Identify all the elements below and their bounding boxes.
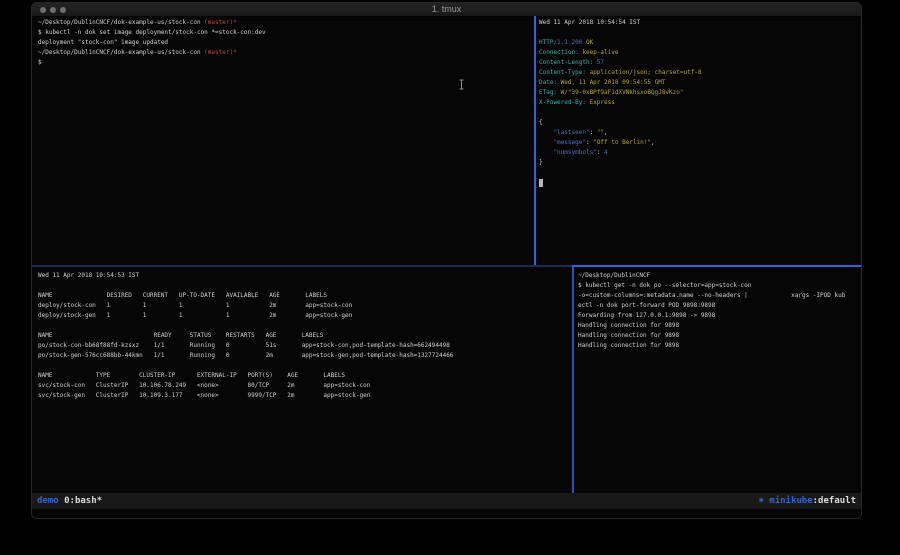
header-value: keep-alive (579, 49, 619, 56)
header-value: W/"39-0xBPf9aF1dXVNkhsxoBQgJ8vKzo" (557, 89, 683, 96)
json-brace: } (539, 158, 859, 168)
terminal-line (38, 281, 570, 291)
json-entry: "message": "Off to Berlin!", (539, 138, 859, 148)
pane-top-left-shell[interactable]: ~/Desktop/DublinCNCF/dok-example-us/stoc… (38, 18, 533, 265)
prompt-path: ~/Desktop/DublinCNCF/dok-example-us/stoc… (38, 49, 204, 56)
desktop-background: 1. tmux ~/Desktop/DublinCNCF/dok-example… (0, 0, 900, 555)
header-key: Content-Length: (539, 59, 593, 66)
http-reason: OK (582, 39, 593, 46)
terminal-line: ~/Desktop/DublinCNCF/dok-example-us/stoc… (38, 18, 533, 28)
json-entry: "lastseen": "", (539, 128, 859, 138)
terminal-line: Forwarding from 127.0.0.1:9898 -> 9898 (578, 311, 861, 321)
prompt-path: ~/Desktop/DublinCNCF/dok-example-us/stoc… (38, 19, 204, 26)
json-sep: : (597, 149, 604, 156)
terminal-line (38, 361, 570, 371)
status-right: ⎈ minikube:default (758, 493, 856, 509)
terminal-line: deployment "stock-con" image updated (38, 38, 533, 48)
header-key: X-Powered-By: (539, 99, 586, 106)
table-header: NAME READY STATUS RESTARTS AGE LABELS (38, 331, 570, 341)
terminal-line: Handling connection for 9898 (578, 331, 861, 341)
terminal-line: $ (38, 58, 533, 68)
table-row: deploy/stock-gen 1 1 1 1 2m app=stock-ge… (38, 311, 570, 321)
header-value: application/json; charset=utf-8 (586, 69, 702, 76)
terminal-line: ectl -n dok port-forward POD 9898:9898 (578, 301, 861, 311)
pane-top-right-http[interactable]: Wed 11 Apr 2018 10:54:54 IST HTTP/1.1 20… (539, 18, 859, 265)
window-titlebar[interactable]: 1. tmux (32, 3, 861, 17)
pane-bottom-right-portforward[interactable]: ~/Desktop/DublinCNCF $ kubectl get -n do… (578, 271, 861, 493)
terminal-cursor (539, 179, 543, 187)
pane-divider-vertical-bottom[interactable] (572, 267, 574, 493)
kube-context: minikube (764, 496, 813, 506)
json-value: "Off to Berlin!" (593, 139, 651, 146)
json-key: "numsymbols" (539, 149, 597, 156)
table-row: po/stock-con-bb68f88fd-kzsxz 1/1 Running… (38, 341, 570, 351)
session-name: demo (37, 496, 59, 506)
http-header: Date: Wed, 11 Apr 2018 09:54:55 GMT (539, 78, 859, 88)
terminal-line (539, 28, 859, 38)
http-status-line: HTTP/1.1 200 OK (539, 38, 859, 48)
window-tab[interactable]: 0:bash* (59, 496, 102, 506)
header-key: Connection: (539, 49, 579, 56)
table-row: svc/stock-gen ClusterIP 10.109.3.177 <no… (38, 391, 570, 401)
header-key: ETag: (539, 89, 557, 96)
terminal-line: $ kubectl -n dok set image deployment/st… (38, 28, 533, 38)
terminal-line (539, 108, 859, 118)
terminal-line: Handling connection for 9898 (578, 321, 861, 331)
header-key: Content-Type: (539, 69, 586, 76)
terminal-line: Handling connection for 9898 (578, 341, 861, 351)
table-row: po/stock-gen-576cc688bb-44kmn 1/1 Runnin… (38, 351, 570, 361)
pane-bottom-left-kubectl[interactable]: Wed 11 Apr 2018 10:54:53 IST NAME DESIRE… (38, 271, 570, 493)
terminal-line (539, 168, 859, 178)
json-key: "message" (539, 139, 586, 146)
json-entry: "numsymbols": 4 (539, 148, 859, 158)
status-left: demo 0:bash* (37, 493, 102, 509)
json-comma: , (604, 129, 608, 136)
table-header: NAME DESIRED CURRENT UP-TO-DATE AVAILABL… (38, 291, 570, 301)
terminal-line: ~/Desktop/DublinCNCF (578, 271, 861, 281)
terminal-window: 1. tmux ~/Desktop/DublinCNCF/dok-example… (31, 2, 862, 519)
git-branch: (master)* (204, 49, 237, 56)
window-title: 1. tmux (32, 4, 861, 14)
pane-divider-horizontal-left[interactable] (32, 265, 572, 267)
terminal-line: $ kubectl get -n dok po --selector=app=s… (578, 281, 861, 291)
kube-namespace: :default (813, 496, 856, 506)
http-proto: HTTP (539, 39, 553, 46)
terminal-line: Wed 11 Apr 2018 10:54:54 IST (539, 18, 859, 28)
http-header: ETag: W/"39-0xBPf9aF1dXVNkhsxoBQgJ8vKzo" (539, 88, 859, 98)
json-brace: { (539, 118, 859, 128)
terminal-line (539, 178, 859, 188)
http-header: Content-Type: application/json; charset=… (539, 68, 859, 78)
http-header: X-Powered-By: Express (539, 98, 859, 108)
json-comma: , (651, 139, 655, 146)
git-branch: (master)* (204, 19, 237, 26)
tmux-status-bar: demo 0:bash* ⎈ minikube:default (32, 493, 861, 509)
terminal-line: ~/Desktop/DublinCNCF/dok-example-us/stoc… (38, 48, 533, 58)
terminal-line: -o=custom-columns=:metadata.name --no-he… (578, 291, 861, 301)
header-value: Wed, 11 Apr 2018 09:54:55 GMT (557, 79, 665, 86)
http-header: Content-Length: 57 (539, 58, 859, 68)
table-row: svc/stock-con ClusterIP 10.106.78.249 <n… (38, 381, 570, 391)
table-header: NAME TYPE CLUSTER-IP EXTERNAL-IP PORT(S)… (38, 371, 570, 381)
header-key: Date: (539, 79, 557, 86)
json-key: "lastseen" (539, 129, 590, 136)
pane-divider-horizontal-right[interactable] (572, 265, 862, 267)
mouse-ibeam-cursor (458, 75, 465, 94)
json-value: 4 (604, 149, 608, 156)
http-header: Connection: keep-alive (539, 48, 859, 58)
table-row: deploy/stock-con 1 1 1 1 2m app=stock-co… (38, 301, 570, 311)
header-value: 57 (593, 59, 604, 66)
terminal-line: Wed 11 Apr 2018 10:54:53 IST (38, 271, 570, 281)
header-value: Express (586, 99, 615, 106)
pane-divider-vertical-top[interactable] (534, 16, 536, 265)
http-version-code: /1.1 200 (553, 39, 582, 46)
json-value: "" (597, 129, 604, 136)
json-sep: : (590, 129, 597, 136)
terminal-line (38, 321, 570, 331)
